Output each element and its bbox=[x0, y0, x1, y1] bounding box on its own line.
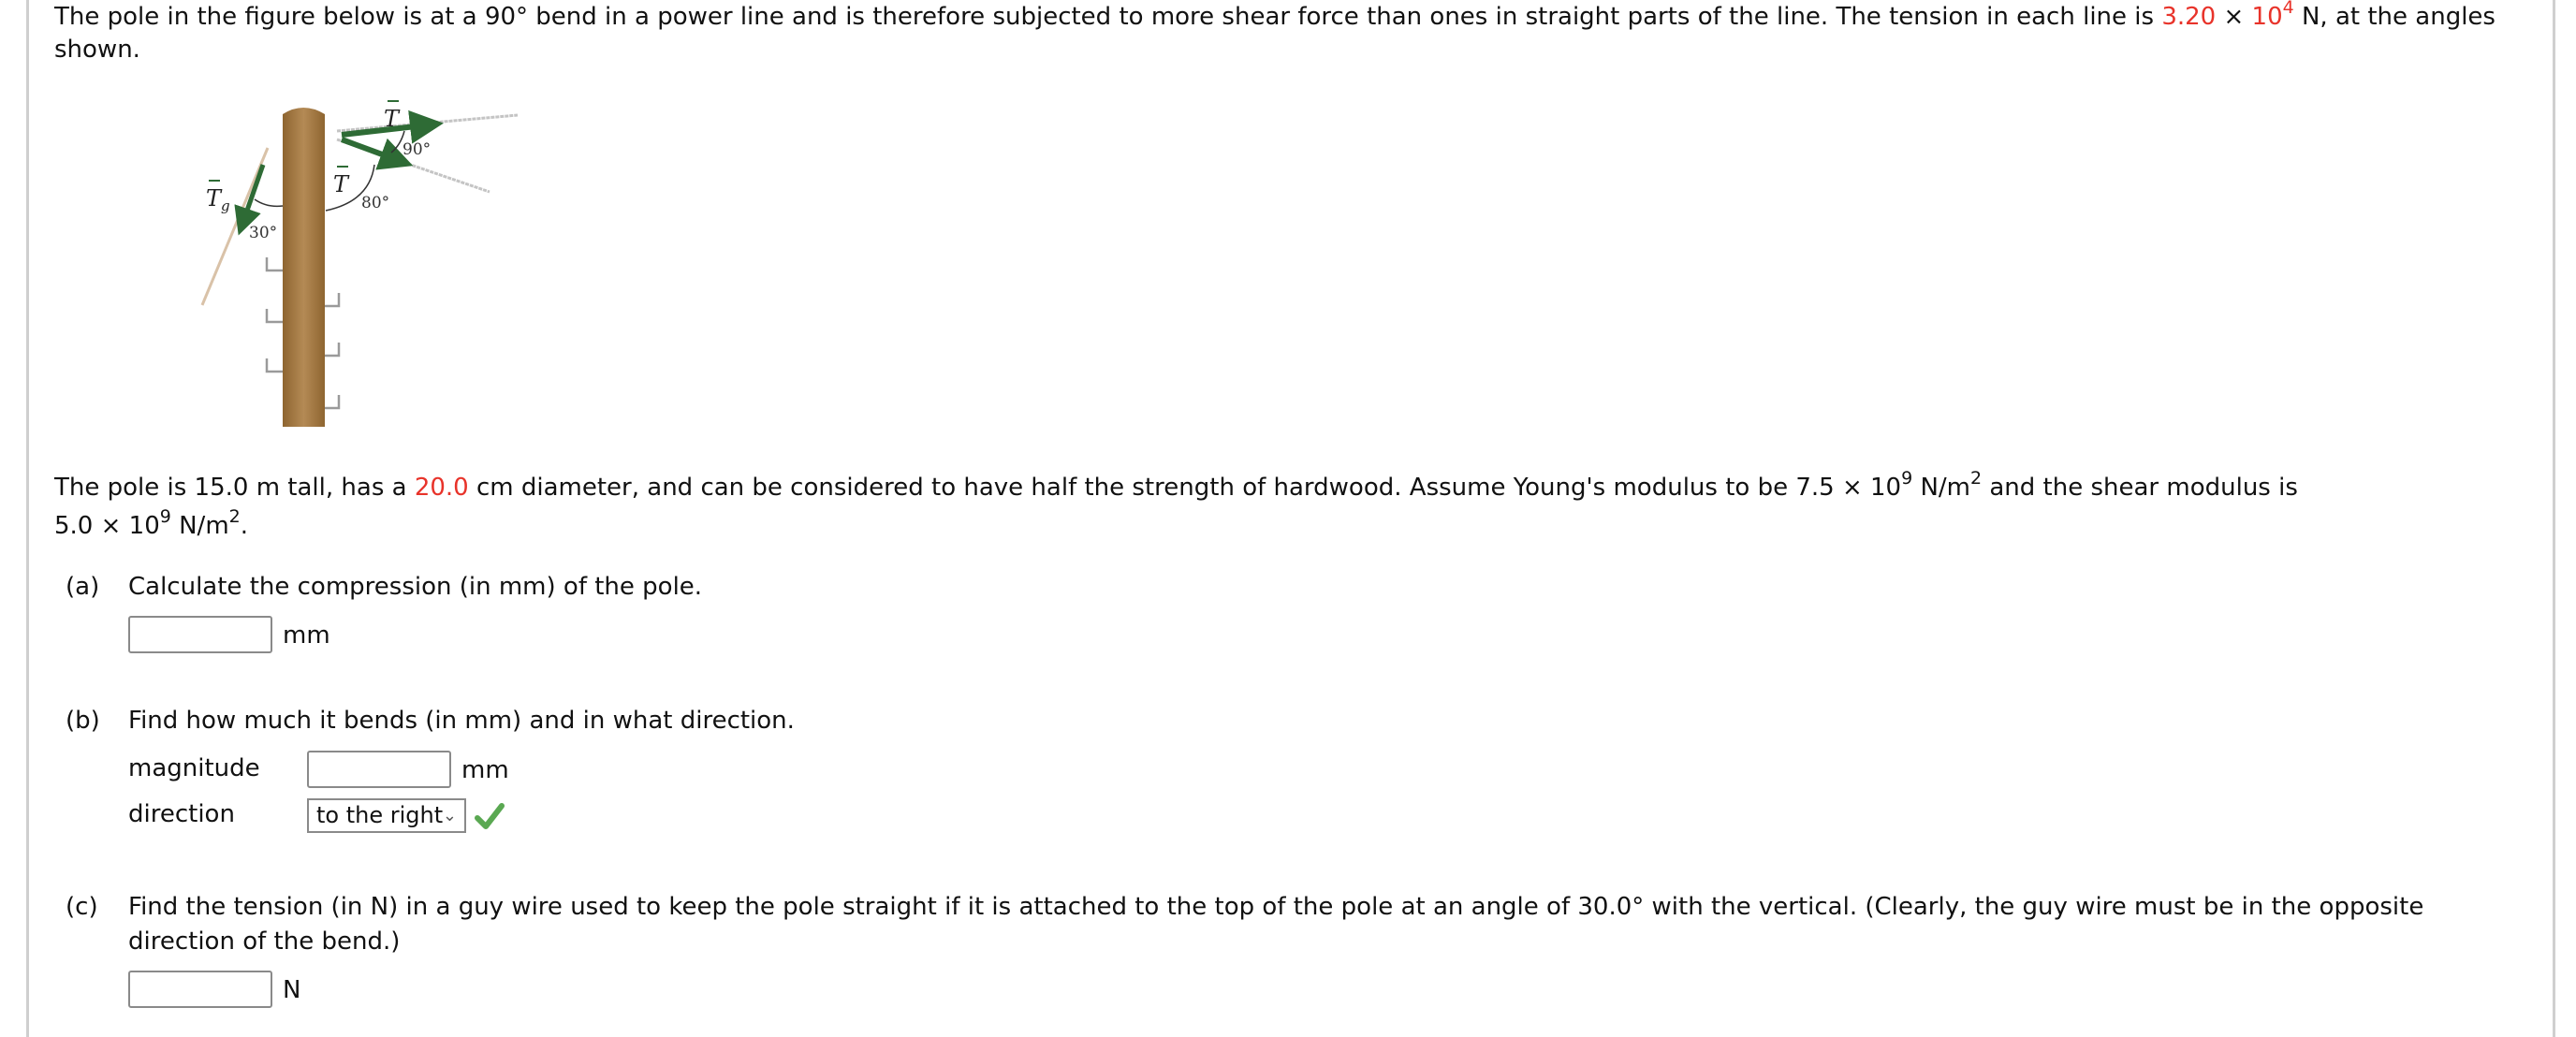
given-text: . bbox=[240, 512, 249, 540]
label-t-middle: T bbox=[333, 171, 350, 197]
label-t-top: T bbox=[384, 106, 401, 132]
intro-text-end: N, at the angles bbox=[2293, 3, 2496, 31]
pole bbox=[283, 108, 325, 427]
angle-label-90: 90° bbox=[402, 140, 431, 159]
tension-power: 104 bbox=[2251, 0, 2294, 31]
guy-wire-tension-input[interactable] bbox=[128, 971, 272, 1008]
diameter-value: 20.0 bbox=[414, 474, 469, 502]
part-c-label: (c) bbox=[66, 893, 98, 921]
given-text: N/m bbox=[1912, 474, 1970, 502]
tension-value: 3.20 bbox=[2161, 3, 2217, 31]
bend-magnitude-input[interactable] bbox=[307, 751, 451, 788]
compression-unit: mm bbox=[283, 621, 330, 650]
unit-exponent: 2 bbox=[228, 506, 241, 528]
tension-unit: N bbox=[283, 976, 301, 1004]
given-line-1: The pole is 15.0 m tall, has a 20.0 cm d… bbox=[54, 468, 2298, 504]
unit-exponent: 2 bbox=[1970, 468, 1983, 489]
given-line-2: 5.0 × 109 N/m2. bbox=[54, 506, 249, 543]
magnitude-unit: mm bbox=[461, 756, 509, 784]
part-a-label: (a) bbox=[66, 573, 100, 601]
direction-select[interactable]: to the right ⌄ bbox=[307, 798, 466, 833]
magnitude-label: magnitude bbox=[128, 754, 260, 782]
part-c-question: Find the tension (in N) in a guy wire us… bbox=[128, 893, 2424, 921]
times-sign: × bbox=[2223, 3, 2245, 31]
angle-label-30: 30° bbox=[249, 224, 277, 242]
part-b-question: Find how much it bends (in mm) and in wh… bbox=[128, 707, 795, 735]
given-text: The pole is 15.0 m tall, has a bbox=[54, 474, 415, 502]
direction-selected-value: to the right bbox=[316, 802, 444, 828]
shear-exponent: 9 bbox=[159, 506, 171, 528]
part-c-question-cont: direction of the bend.) bbox=[128, 927, 401, 956]
given-text: cm diameter, and can be considered to ha… bbox=[468, 474, 1902, 502]
part-a-question: Calculate the compression (in mm) of the… bbox=[128, 573, 703, 601]
given-text: 5.0 × 10 bbox=[54, 512, 160, 540]
angle-label-80: 80° bbox=[361, 194, 389, 212]
guy-tension-arrow bbox=[234, 164, 266, 236]
direction-label: direction bbox=[128, 800, 235, 828]
checkmark-icon bbox=[475, 803, 505, 829]
compression-input[interactable] bbox=[128, 616, 272, 653]
angle-arc-30 bbox=[254, 198, 284, 208]
pole-figure: T T Tg 90° 80° 30° bbox=[200, 100, 519, 427]
part-b-label: (b) bbox=[66, 707, 100, 735]
tension-base: 10 bbox=[2251, 3, 2283, 31]
tension-exponent: 4 bbox=[2282, 0, 2294, 19]
given-text: N/m bbox=[170, 512, 229, 540]
young-exponent: 9 bbox=[1901, 468, 1913, 489]
given-text: and the shear modulus is bbox=[1982, 474, 2298, 502]
chevron-down-icon: ⌄ bbox=[442, 806, 457, 825]
label-tg: Tg bbox=[206, 185, 230, 214]
